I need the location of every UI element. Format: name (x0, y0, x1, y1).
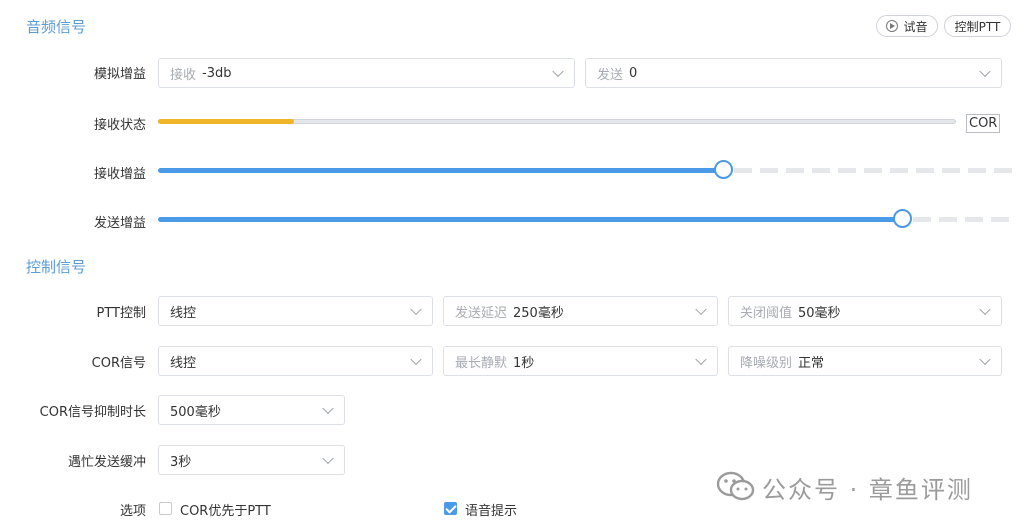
noise-level-select[interactable]: 降噪级别 正常 (728, 346, 1002, 376)
chevron-down-icon (979, 65, 991, 78)
chevron-down-icon (552, 65, 564, 78)
select-value: 正常 (798, 355, 825, 371)
select-value: 线控 (170, 305, 197, 321)
cor-signal-label: COR信号 (91, 356, 146, 371)
send-gain-select[interactable]: 发送 0 (585, 58, 1002, 88)
voice-prompt-checkbox[interactable] (444, 502, 457, 515)
send-gain-label: 发送增益 (93, 216, 146, 231)
cor-priority-checkbox[interactable] (159, 502, 172, 515)
chevron-down-icon (695, 353, 707, 366)
select-value: 0 (629, 65, 638, 81)
send-gain-slider[interactable] (158, 209, 1012, 229)
slider-fill (158, 168, 722, 173)
max-silence-select[interactable]: 最长静默 1秒 (443, 346, 718, 376)
control-section-title: 控制信号 (26, 258, 87, 276)
select-prefix: 最长静默 (455, 355, 508, 371)
chevron-down-icon (410, 303, 422, 316)
select-value: 1秒 (513, 355, 535, 371)
trial-audio-button[interactable]: 试音 (876, 15, 938, 37)
ptt-mode-select[interactable]: 线控 (158, 296, 433, 326)
slider-handle[interactable] (713, 160, 733, 179)
ptt-control-label: PTT控制 (96, 306, 147, 321)
chevron-down-icon (410, 353, 422, 366)
options-label: 选项 (119, 504, 146, 519)
busy-buffer-label: 遇忙发送缓冲 (67, 455, 146, 470)
select-value: 500毫秒 (170, 404, 221, 420)
chevron-down-icon (979, 353, 991, 366)
chevron-down-icon (322, 402, 334, 415)
play-circle-icon (886, 20, 899, 32)
cor-priority-label[interactable]: COR优先于PTT (180, 500, 271, 519)
receive-gain-select[interactable]: 接收 -3db (158, 58, 575, 88)
control-ptt-button[interactable]: 控制PTT (944, 15, 1011, 37)
select-prefix: 发送 (597, 67, 624, 83)
slider-track (733, 168, 1012, 173)
control-ptt-label: 控制PTT (954, 19, 1001, 34)
receive-status-label: 接收状态 (93, 118, 146, 133)
cor-suppress-label: COR信号抑制时长 (39, 405, 146, 420)
select-prefix: 降噪级别 (740, 355, 793, 371)
trial-audio-label: 试音 (903, 19, 928, 34)
slider-fill (158, 217, 901, 222)
select-prefix: 关闭阈值 (740, 305, 793, 321)
receive-gain-slider[interactable] (158, 160, 1012, 180)
watermark-text: 公众号 · 章鱼评测 (762, 476, 973, 504)
chevron-down-icon (695, 303, 707, 316)
receive-gain-label: 接收增益 (93, 167, 146, 182)
select-prefix: 发送延迟 (455, 305, 508, 321)
cor-mode-select[interactable]: 线控 (158, 346, 433, 376)
chevron-down-icon (979, 303, 991, 316)
select-value: 3秒 (170, 454, 192, 470)
send-delay-select[interactable]: 发送延迟 250毫秒 (443, 296, 718, 326)
select-value: 50毫秒 (798, 305, 841, 321)
cor-suppress-select[interactable]: 500毫秒 (158, 395, 345, 425)
receive-status-bar (158, 119, 956, 124)
busy-buffer-select[interactable]: 3秒 (158, 445, 345, 475)
audio-section-title: 音频信号 (26, 18, 87, 36)
select-value: -3db (202, 65, 232, 81)
voice-prompt-label[interactable]: 语音提示 (465, 500, 517, 519)
cor-indicator: COR (966, 114, 1001, 133)
slider-handle[interactable] (892, 209, 912, 228)
select-value: 250毫秒 (513, 305, 564, 321)
wechat-logo-icon (716, 471, 756, 501)
select-value: 线控 (170, 355, 197, 371)
analog-gain-label: 模拟增益 (93, 67, 146, 82)
close-threshold-select[interactable]: 关闭阈值 50毫秒 (728, 296, 1002, 326)
receive-status-fill (158, 119, 294, 124)
chevron-down-icon (322, 452, 334, 465)
slider-track (912, 217, 1012, 222)
select-prefix: 接收 (170, 67, 197, 83)
